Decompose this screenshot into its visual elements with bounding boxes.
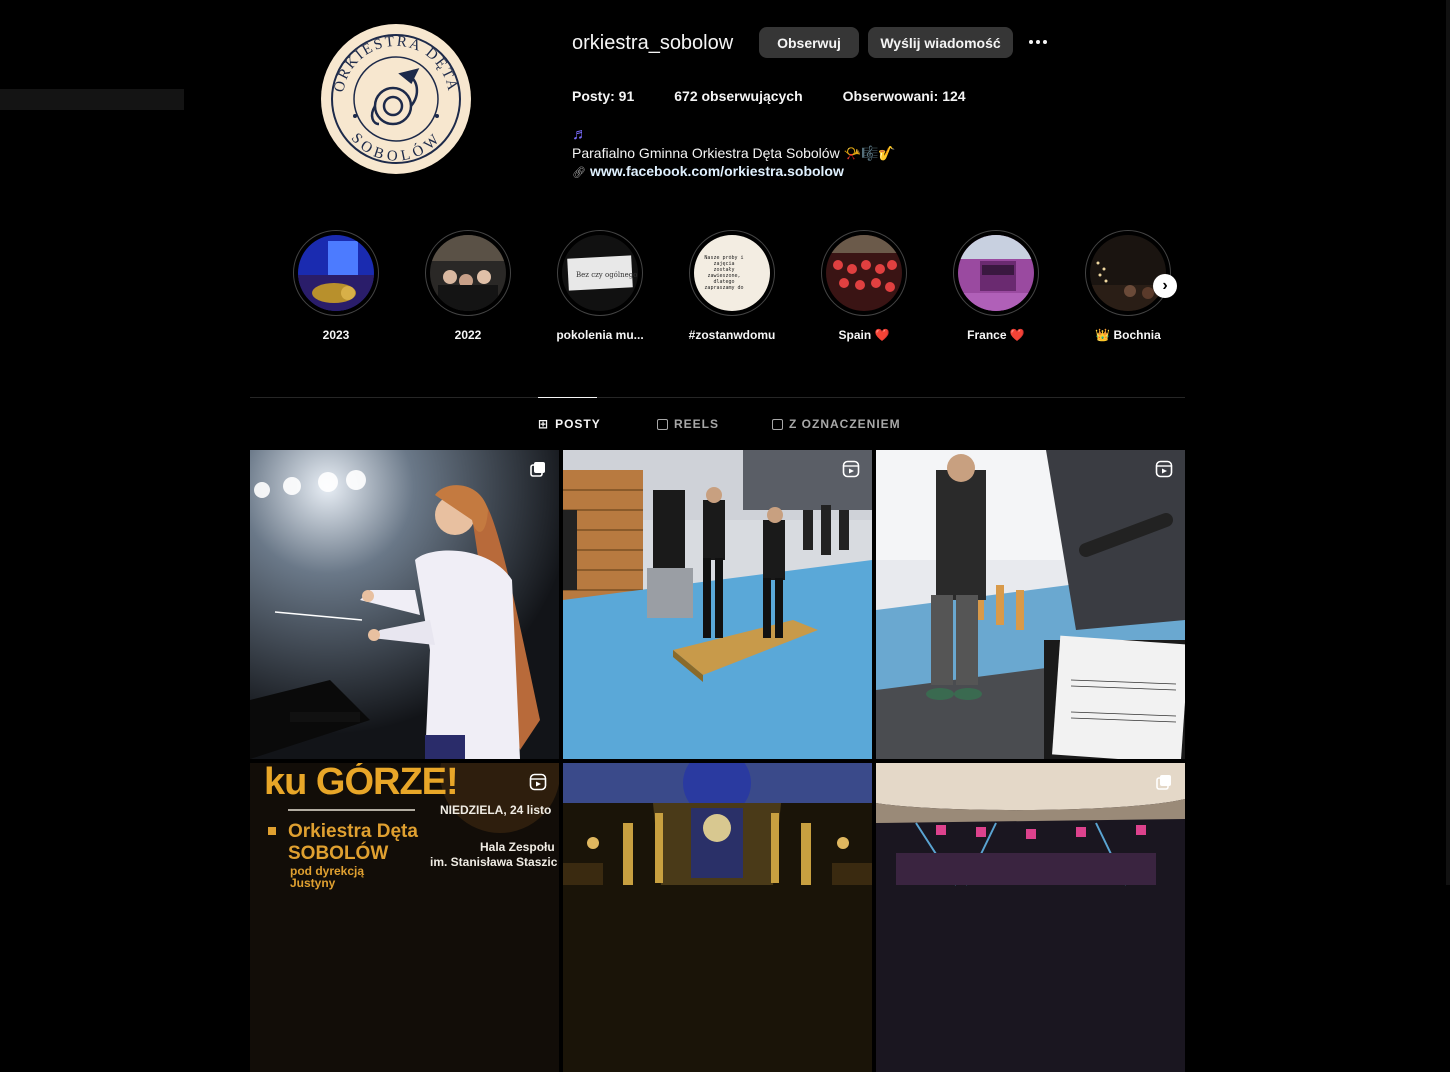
tab-label: POSTY [555,417,601,431]
poster-band-line4: Justyny [290,876,336,890]
follow-button[interactable]: Obserwuj [759,27,859,58]
highlight-cover [826,235,902,311]
scrollbar[interactable] [1446,0,1450,885]
post-tile[interactable] [563,763,872,1072]
post-image [563,763,872,1072]
profile-username: orkiestra_sobolow [572,32,734,54]
post-tile[interactable] [250,450,559,759]
post-tile[interactable] [876,763,1185,1072]
carousel-icon [1156,775,1171,790]
highlight-zostanwdomu[interactable]: Nasze próby i zajęcia zostały zawieszone… [688,230,776,342]
highlight-cover [958,235,1034,311]
highlight-label: France ❤️ [967,328,1025,342]
poster-date: NIEDZIELA, 24 listo [440,803,552,817]
post-image [876,763,1185,1072]
highlight-cover: Nasze próby i zajęcia zostały zawieszone… [694,235,770,311]
highlight-label: 👑 Bochnia [1095,328,1161,342]
highlight-label: 2022 [454,328,482,342]
tab-tagged[interactable]: Z OZNACZENIEM [772,417,901,431]
highlight-spain[interactable]: Spain ❤️ [820,230,908,342]
poster-band-line2: SOBOLÓW [288,843,389,864]
orchestra-logo: ORKIESTRA DĘTA SOBOLÓW [324,27,468,171]
highlight-label: #zostanwdomu [688,328,776,342]
bio-link[interactable]: www.facebook.com/orkiestra.sobolow [590,163,844,179]
story-note-text: Bez czy ogólnego [576,271,637,279]
bio-text: Parafialno Gminna Orkiestra Dęta Sobolów… [572,145,896,161]
highlight-2022[interactable]: 2022 [424,230,512,342]
following-count[interactable]: Obserwowani: 124 [843,88,966,104]
reels-icon [657,418,668,430]
highlight-2023[interactable]: 2023 [292,230,380,342]
tagged-icon [772,418,783,430]
link-icon: 🔗︎ [572,167,586,179]
story-paper-text: Nasze próby i zajęcia zostały zawieszone… [704,255,744,291]
reel-icon [1155,460,1173,478]
poster-venue1: Hala Zespołu [480,840,555,854]
tab-label: REELS [674,417,720,431]
highlight-cover [298,235,374,311]
background-window-tab [0,89,184,110]
reel-icon [529,773,547,791]
post-tile[interactable] [876,450,1185,759]
profile-avatar[interactable]: ORKIESTRA DĘTA SOBOLÓW [321,24,471,174]
poster-band-line1: Orkiestra Dęta [288,821,418,842]
tabs-divider [250,397,1185,398]
post-tile[interactable] [563,450,872,759]
highlight-pokolenia[interactable]: Bez czy ogólnego pokolenia mu... [556,230,644,342]
profile-bio: ♬ Parafialno Gminna Orkiestra Dęta Sobol… [572,126,896,182]
tab-posts[interactable]: ⊞ POSTY [538,417,601,431]
tab-label: Z OZNACZENIEM [789,417,901,431]
active-tab-indicator [538,397,597,398]
highlight-france[interactable]: France ❤️ [952,230,1040,342]
more-options-icon[interactable] [1026,30,1050,54]
highlight-label: Spain ❤️ [838,328,890,342]
send-message-button[interactable]: Wyślij wiadomość [868,27,1013,58]
tab-reels[interactable]: REELS [657,417,719,431]
profile-stats: Posty: 91 672 obserwujących Obserwowani:… [572,88,1006,104]
post-image [250,450,559,759]
post-image [563,450,872,759]
highlights-next-button[interactable]: › [1153,274,1177,298]
followers-count[interactable]: 672 obserwujących [674,88,802,104]
post-tile[interactable]: ku GÓRZE! Orkiestra Dęta SOBOLÓW pod dyr… [250,763,559,1072]
highlight-cover [430,235,506,311]
reel-icon [842,460,860,478]
poster-venue2: im. Stanisława Staszic [430,855,558,869]
profile-page: ORKIESTRA DĘTA SOBOLÓW orkiestra_sobolow… [0,0,1450,1072]
posts-count: Posty: 91 [572,88,635,104]
highlight-label: 2023 [322,328,350,342]
grid-icon: ⊞ [538,417,550,431]
carousel-icon [530,462,545,477]
post-image [876,450,1185,759]
bio-music-note: ♬ [572,126,588,143]
highlight-label: pokolenia mu... [556,328,644,342]
highlight-cover [1090,235,1166,311]
highlight-cover: Bez czy ogólnego [562,235,638,311]
poster-headline: ku GÓRZE! [264,763,459,803]
